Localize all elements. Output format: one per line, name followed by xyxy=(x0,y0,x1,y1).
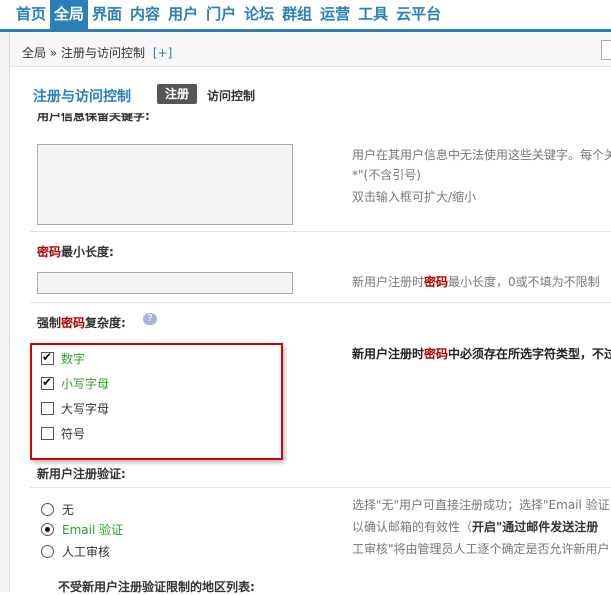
verification-label: 新用户注册验证: xyxy=(37,467,126,481)
checkbox-uppercase-row[interactable]: 大写字母 xyxy=(41,400,109,417)
checkbox-uppercase-label: 大写字母 xyxy=(61,402,110,416)
keywords-tip-3: 双击输入框可扩大/缩小 xyxy=(352,190,477,204)
breadcrumb-root[interactable]: 全局 xyxy=(22,46,46,60)
tab-register[interactable]: 注册 xyxy=(157,84,197,104)
checkbox-lowercase-label: 小写字母 xyxy=(61,377,110,391)
nav-item-forum[interactable]: 论坛 xyxy=(240,0,278,29)
password-min-length-tip: 新用户注册时密码最小长度，0或不填为不限制 xyxy=(352,275,600,289)
radio-email-label: Email 验证 xyxy=(62,523,124,537)
keywords-label: 用户信息保留关键字: xyxy=(37,113,150,122)
nav-item-global[interactable]: 全局 xyxy=(50,0,89,29)
nav-item-content[interactable]: 内容 xyxy=(126,0,164,29)
nav-item-interface[interactable]: 界面 xyxy=(88,0,126,29)
keywords-tip-2: *"(不含引号) xyxy=(352,168,421,182)
checkbox-lowercase[interactable] xyxy=(41,375,54,390)
nav-item-users[interactable]: 用户 xyxy=(164,0,202,29)
radio-manual[interactable] xyxy=(41,545,54,558)
radio-email-row[interactable]: Email 验证 xyxy=(41,521,123,538)
left-frame-border xyxy=(0,32,10,592)
checkbox-symbols-label: 符号 xyxy=(61,427,86,441)
checkbox-digits-label: 数字 xyxy=(61,352,86,366)
divider xyxy=(30,231,611,232)
checkbox-symbols[interactable] xyxy=(41,427,54,440)
keywords-tip-1: 用户在其用户信息中无法使用这些关键字。每个关 xyxy=(352,148,611,162)
breadcrumb: 全局 » 注册与访问控制 [+] xyxy=(22,44,172,61)
help-bubble-icon[interactable]: ? xyxy=(143,313,157,325)
keywords-textarea[interactable] xyxy=(37,144,293,225)
nav-item-portal[interactable]: 门户 xyxy=(202,0,240,29)
password-min-length-label: 密码最小长度: xyxy=(37,245,114,259)
nav-item-home[interactable]: 首页 xyxy=(12,0,50,29)
verification-tip-1: 选择"无"用户可直接注册成功；选择"Email 验证 xyxy=(352,498,610,512)
radio-email[interactable] xyxy=(41,523,54,536)
radio-none-label: 无 xyxy=(62,503,75,517)
checkbox-lowercase-row[interactable]: 小写字母 xyxy=(41,375,109,392)
checkbox-digits-row[interactable]: 数字 xyxy=(41,350,85,367)
nav-item-operations[interactable]: 运营 xyxy=(316,0,354,29)
breadcrumb-separator: » xyxy=(49,46,58,60)
tab-access-control[interactable]: 访问控制 xyxy=(207,87,255,104)
password-min-length-input[interactable] xyxy=(37,272,293,294)
password-complexity-tip: 新用户注册时密码中必须存在所选字符类型，不过 xyxy=(352,347,611,361)
radio-manual-row[interactable]: 人工审核 xyxy=(41,543,110,560)
breadcrumb-bar: 全局 » 注册与访问控制 [+] xyxy=(10,32,611,67)
nav-item-cloud[interactable]: 云平台 xyxy=(392,0,445,29)
top-nav: 首页 全局 界面 内容 用户 门户 论坛 群组 运营 工具 云平台 xyxy=(0,0,611,32)
breadcrumb-current: 注册与访问控制 xyxy=(61,46,146,60)
checkbox-symbols-row[interactable]: 符号 xyxy=(41,425,85,442)
divider xyxy=(30,487,611,488)
radio-none[interactable] xyxy=(41,503,54,516)
page-title: 注册与访问控制 xyxy=(33,89,131,105)
checkbox-digits[interactable] xyxy=(41,350,54,365)
search-box-edge[interactable] xyxy=(601,40,611,60)
radio-none-row[interactable]: 无 xyxy=(41,501,74,518)
add-shortcut-link[interactable]: [+] xyxy=(153,46,172,60)
top-nav-items: 首页 全局 界面 内容 用户 门户 论坛 群组 运营 工具 云平台 xyxy=(12,0,445,29)
password-complexity-label: 强制密码复杂度: xyxy=(37,316,126,330)
verification-tip-2: 以确认邮箱的有效性（开启"通过邮件发送注册 xyxy=(352,520,599,534)
divider xyxy=(30,302,611,303)
verification-tip-3: 工审核"将由管理员人工逐个确定是否允许新用户 xyxy=(352,542,610,556)
region-list-label: 不受新用户注册验证限制的地区列表: xyxy=(58,580,255,594)
checkbox-uppercase[interactable] xyxy=(41,402,54,415)
nav-item-tools[interactable]: 工具 xyxy=(354,0,392,29)
radio-manual-label: 人工审核 xyxy=(62,545,111,559)
nav-item-groups[interactable]: 群组 xyxy=(278,0,316,29)
